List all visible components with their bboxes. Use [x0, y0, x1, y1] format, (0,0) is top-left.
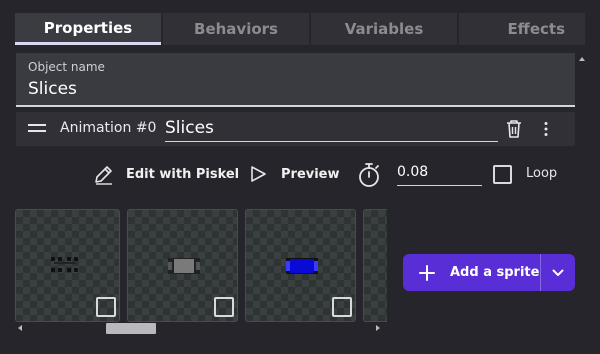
more-vertical-icon[interactable]	[543, 121, 549, 137]
animation-name-value: Slices	[165, 118, 214, 138]
sprite-select-checkbox[interactable]	[214, 297, 234, 317]
object-name-field[interactable]: Object name Slices	[16, 53, 575, 107]
time-between-frames-input[interactable]: 0.08	[397, 161, 482, 186]
scroll-right-arrow-icon[interactable]	[376, 325, 380, 331]
tab-effects[interactable]: Effects	[459, 13, 585, 45]
edit-with-piskel-label: Edit with Piskel	[126, 166, 240, 182]
sprite-image	[286, 258, 318, 274]
sprite-select-checkbox[interactable]	[96, 297, 116, 317]
sprite-image	[51, 257, 78, 272]
play-icon	[251, 166, 266, 182]
sprite-select-checkbox[interactable]	[332, 297, 352, 317]
add-sprite-button-group: Add a sprite	[403, 254, 575, 291]
preview-button[interactable]: Preview	[249, 162, 340, 186]
plus-icon	[419, 264, 435, 281]
object-name-label: Object name	[28, 60, 105, 74]
chevron-down-icon	[552, 269, 564, 276]
tab-variables[interactable]: Variables	[311, 13, 457, 45]
loop-checkbox[interactable]	[493, 165, 512, 184]
timer-icon	[359, 163, 379, 187]
sprite-list	[15, 209, 387, 322]
tab-bar: Properties Behaviors Variables Effects	[15, 13, 585, 45]
drag-handle-icon[interactable]	[28, 124, 46, 134]
pencil-icon	[95, 165, 112, 185]
sprite-image	[168, 258, 200, 274]
sprite-thumbnail[interactable]	[127, 209, 238, 322]
sprite-thumbnail[interactable]	[245, 209, 356, 322]
edit-with-piskel-button[interactable]: Edit with Piskel	[93, 162, 239, 186]
sprite-thumbnail[interactable]	[363, 209, 387, 322]
add-sprite-label: Add a sprite	[450, 265, 540, 280]
add-sprite-options-button[interactable]	[541, 254, 575, 291]
loop-label: Loop	[526, 166, 558, 181]
tab-properties[interactable]: Properties	[15, 13, 161, 45]
sprite-thumbnail[interactable]	[15, 209, 120, 322]
object-name-value[interactable]: Slices	[28, 79, 77, 99]
animation-label: Animation #0	[60, 120, 157, 136]
animation-name-input[interactable]: Slices	[165, 116, 498, 142]
animation-row: Animation #0 Slices	[16, 112, 575, 146]
scroll-left-arrow-icon[interactable]	[18, 325, 22, 331]
preview-label: Preview	[281, 166, 340, 182]
time-between-frames-value: 0.08	[397, 164, 429, 180]
trash-icon[interactable]	[505, 119, 523, 139]
tab-behaviors[interactable]: Behaviors	[163, 13, 309, 45]
scrollbar-thumb[interactable]	[106, 323, 156, 334]
scroll-up-arrow-icon[interactable]	[577, 54, 587, 64]
add-sprite-button[interactable]: Add a sprite	[403, 254, 540, 291]
animation-tools: Edit with Piskel Preview 0.08 Loop	[0, 156, 600, 192]
sprite-list-scrollbar[interactable]	[15, 322, 387, 334]
